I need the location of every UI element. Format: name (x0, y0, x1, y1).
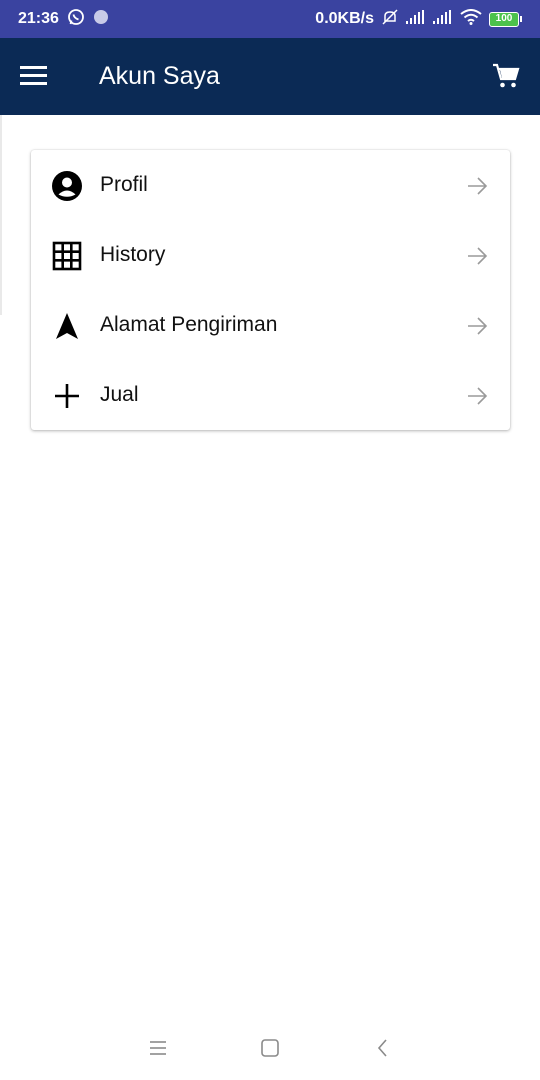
status-left: 21:36 (18, 8, 109, 31)
battery-icon: 100 (489, 11, 522, 27)
arrow-right-icon (466, 385, 488, 407)
arrow-right-icon (466, 175, 488, 197)
back-icon[interactable] (371, 1036, 395, 1060)
mute-icon (381, 8, 399, 31)
plus-icon (51, 380, 83, 412)
account-menu-card: Profil History Alamat Pengiriman Jual (31, 150, 510, 430)
page-title: Akun Saya (99, 62, 220, 90)
menu-item-label: Alamat Pengiriman (100, 313, 278, 336)
system-nav-bar (0, 1020, 540, 1080)
background-drawer-edge (0, 115, 2, 315)
whatsapp-icon (67, 8, 85, 31)
grid-icon (51, 240, 83, 272)
account-circle-icon (51, 170, 83, 202)
arrow-right-icon (466, 245, 488, 267)
status-bar: 21:36 0.0KB/s 100 (0, 0, 540, 38)
recent-apps-icon[interactable] (146, 1036, 170, 1060)
status-right: 0.0KB/s 100 (315, 8, 522, 31)
menu-item-label: Profil (100, 173, 148, 196)
menu-item-alamat-pengiriman[interactable]: Alamat Pengiriman (31, 290, 510, 360)
navigation-arrow-icon (51, 310, 83, 342)
signal-icon (433, 9, 453, 29)
menu-item-jual[interactable]: Jual (31, 360, 510, 430)
app-bar: Akun Saya (0, 38, 540, 115)
battery-level: 100 (489, 11, 519, 27)
status-time: 21:36 (18, 10, 59, 27)
shopping-cart-icon[interactable] (492, 62, 520, 90)
arrow-right-icon (466, 315, 488, 337)
menu-item-history[interactable]: History (31, 220, 510, 290)
signal-icon (406, 9, 426, 29)
home-icon[interactable] (258, 1036, 282, 1060)
menu-item-label: Jual (100, 383, 139, 406)
menu-item-label: History (100, 243, 166, 266)
hamburger-menu-icon[interactable] (20, 66, 47, 86)
menu-item-profil[interactable]: Profil (31, 150, 510, 220)
notification-dot-icon (93, 9, 109, 30)
wifi-icon (460, 8, 482, 30)
net-speed: 0.0KB/s (315, 10, 374, 27)
